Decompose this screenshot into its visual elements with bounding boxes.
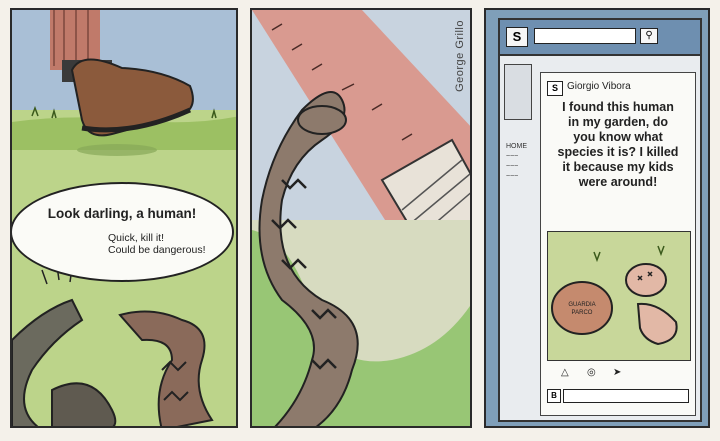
search-input[interactable] (534, 28, 636, 44)
post-text-line: it because my kids (562, 160, 674, 174)
post-text: I found this human in my garden, do you … (545, 100, 691, 190)
speech-main: Look darling, a human! (47, 206, 197, 221)
comment-row: B (547, 389, 689, 403)
like-icon[interactable]: △ (561, 367, 569, 378)
panel-3: S ⚲ HOME ~~~ ~~~ ~~~ S Giorgio Vibora I … (484, 8, 710, 428)
sidebar-menu: HOME ~~~ ~~~ ~~~ (506, 142, 527, 182)
cap-text-2: PARCO (572, 310, 593, 316)
share-icon[interactable]: ➤ (613, 367, 621, 378)
sidebar-thumbnail[interactable] (504, 64, 532, 120)
human-head (625, 263, 667, 297)
avatar[interactable]: S (547, 81, 563, 96)
panel-2-scene (252, 10, 470, 426)
comment-icon[interactable]: ◎ (587, 367, 596, 378)
ranger-cap (551, 281, 613, 335)
panel-2: George Grillo (250, 8, 472, 428)
post-text-line: you know what (573, 130, 663, 144)
post-card: S Giorgio Vibora I found this human in m… (540, 72, 696, 416)
comment-avatar-icon: B (547, 389, 561, 403)
post-image-scene: GUARDIA PARCO (548, 232, 690, 360)
panel-1: Look darling, a human! Quick, kill it! C… (10, 8, 238, 428)
sidebar-item-home[interactable]: HOME (506, 142, 527, 152)
comment-input[interactable] (563, 389, 689, 403)
post-text-line: were around! (578, 175, 658, 189)
post-text-line: I found this human (562, 100, 674, 114)
speech-sub-line-2: Could be dangerous! (108, 244, 206, 256)
sidebar-item[interactable]: ~~~ (506, 152, 527, 162)
browser-top-bar: S ⚲ (500, 20, 700, 56)
left-sidebar: HOME ~~~ ~~~ ~~~ (504, 64, 532, 284)
search-icon[interactable]: ⚲ (640, 28, 658, 44)
sidebar-item[interactable]: ~~~ (506, 162, 527, 172)
post-author[interactable]: Giorgio Vibora (567, 81, 631, 92)
post-text-line: in my garden, do (567, 115, 668, 129)
artist-credit: George Grillo (454, 20, 466, 92)
post-text-line: species it is? I killed (557, 145, 679, 159)
sidebar-item[interactable]: ~~~ (506, 172, 527, 182)
social-media-window: S ⚲ HOME ~~~ ~~~ ~~~ S Giorgio Vibora I … (498, 18, 702, 422)
post-image[interactable]: GUARDIA PARCO (547, 231, 691, 361)
cap-text-1: GUARDIA (568, 302, 595, 308)
site-logo-icon[interactable]: S (506, 27, 528, 47)
speech-bubble: Look darling, a human! Quick, kill it! C… (12, 182, 234, 282)
speech-sub-line-1: Quick, kill it! (108, 232, 165, 244)
speech-sub: Quick, kill it! Could be dangerous! (108, 232, 206, 256)
